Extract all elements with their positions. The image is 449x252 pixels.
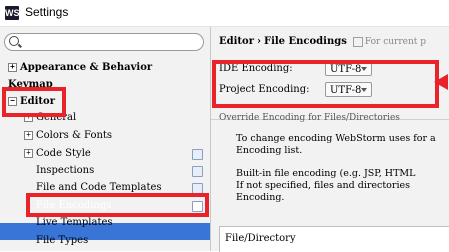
sidebar-item-label: Inspections bbox=[36, 165, 95, 176]
sidebar-item-inspections[interactable]: Inspections bbox=[36, 162, 94, 179]
sidebar-item-label: File and Code Templates bbox=[36, 182, 162, 193]
project-scope-icon bbox=[192, 166, 203, 177]
sidebar-item-colors-fonts[interactable]: + Colors & Fonts bbox=[24, 127, 112, 144]
description-line: If not specified, files and directories bbox=[236, 180, 410, 191]
webstorm-app-icon: WS bbox=[5, 6, 20, 20]
sidebar-item-code-style[interactable]: + Code Style bbox=[24, 145, 91, 162]
description-line: To change encoding WebStorm uses for a bbox=[236, 133, 436, 144]
expand-icon[interactable]: + bbox=[24, 149, 33, 158]
expand-icon[interactable]: + bbox=[24, 131, 33, 140]
breadcrumb: Editor › File Encodings For current p bbox=[219, 36, 426, 47]
annotation-encoding-box bbox=[212, 60, 439, 108]
search-box[interactable] bbox=[4, 33, 204, 51]
table-header-file-directory: File/Directory bbox=[225, 233, 296, 244]
sidebar-item-label: Live Templates bbox=[36, 217, 113, 228]
sidebar-item-file-types[interactable]: File Types bbox=[36, 232, 88, 249]
breadcrumb-file-encodings: File Encodings bbox=[263, 36, 347, 47]
search-icon bbox=[9, 36, 19, 46]
description-line: Built-in file encoding (e.g. JSP, HTML bbox=[236, 168, 416, 179]
project-scope-icon bbox=[192, 149, 203, 160]
description-line: Encoding. bbox=[236, 192, 285, 203]
project-scope-icon bbox=[352, 36, 363, 47]
file-directory-table[interactable]: File/Directory bbox=[219, 226, 449, 252]
title-bar: WS Settings bbox=[0, 0, 449, 27]
description-line: Encoding list. bbox=[236, 145, 303, 156]
section-title: Override Encoding for Files/Directories bbox=[219, 113, 400, 123]
sidebar-item-appearance-behavior[interactable]: + Appearance & Behavior bbox=[8, 59, 152, 76]
expand-icon[interactable]: + bbox=[8, 63, 17, 72]
settings-sidebar: + Appearance & Behavior Keymap − Editor + G… bbox=[0, 27, 211, 251]
sidebar-item-label: Colors & Fonts bbox=[36, 130, 113, 141]
breadcrumb-editor: Editor bbox=[219, 36, 254, 47]
annotation-file-encodings-box bbox=[26, 193, 209, 217]
window-title: Settings bbox=[25, 5, 69, 19]
annotation-arrow bbox=[434, 74, 448, 90]
breadcrumb-separator: › bbox=[256, 36, 261, 47]
scope-note: For current p bbox=[364, 37, 427, 47]
search-input[interactable] bbox=[23, 35, 199, 49]
sidebar-item-label: File Types bbox=[36, 235, 89, 246]
annotation-editor-box bbox=[2, 87, 66, 117]
sidebar-item-label: Code Style bbox=[36, 148, 91, 159]
sidebar-item-label: Appearance & Behavior bbox=[20, 62, 153, 73]
